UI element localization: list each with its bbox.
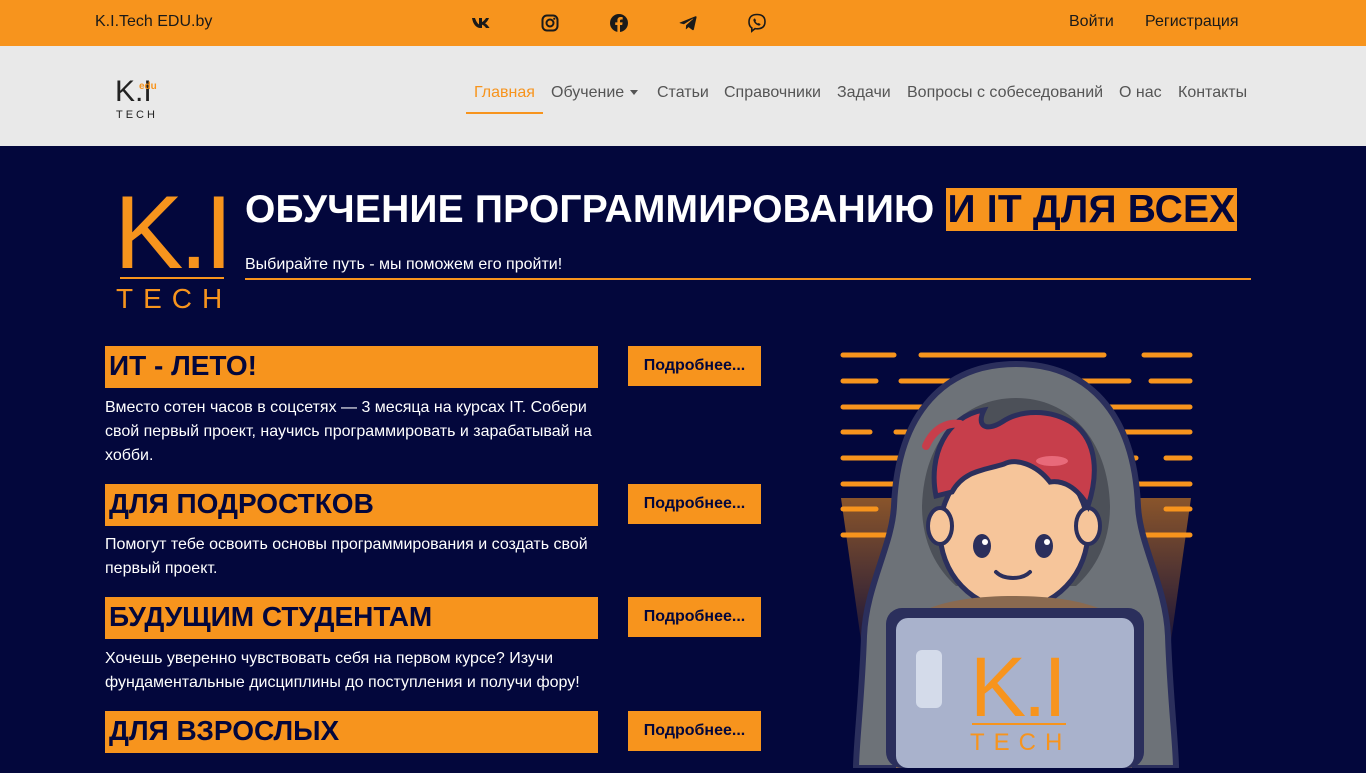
- card-title-adults: ДЛЯ ВЗРОСЛЫХ: [105, 711, 598, 753]
- login-link[interactable]: Войти: [1069, 13, 1114, 31]
- right-eye: [1035, 534, 1053, 558]
- hero-title-main: ОБУЧЕНИЕ ПРОГРАММИРОВАНИЮ: [245, 188, 935, 231]
- nav-item-tasks[interactable]: Задачи: [829, 82, 899, 112]
- right-ear: [1074, 506, 1102, 546]
- left-eye: [973, 534, 991, 558]
- card-text-future-students: Хочешь уверенно чувствовать себя на перв…: [105, 650, 580, 691]
- top-bar: K.I.Tech EDU.by Войти Регистрация: [0, 0, 1366, 46]
- site-logo[interactable]: K.I edu TECH: [110, 68, 166, 124]
- adults-more-button[interactable]: Подробнее...: [628, 711, 761, 751]
- card-title-teens: ДЛЯ ПОДРОСТКОВ: [105, 484, 598, 526]
- summer-more-button[interactable]: Подробнее...: [628, 346, 761, 386]
- nav-item-home[interactable]: Главная: [466, 82, 543, 114]
- nav-item-learning-label: Обучение: [551, 84, 625, 101]
- future-students-more-button[interactable]: Подробнее...: [628, 597, 761, 637]
- hero-subtitle: Выбирайте путь - мы поможем его пройти!: [245, 256, 1251, 280]
- laptop-logo-sub: TECH: [970, 729, 1071, 756]
- facebook-icon[interactable]: [604, 11, 634, 35]
- instagram-icon[interactable]: [535, 11, 565, 35]
- nav-item-references[interactable]: Справочники: [716, 82, 829, 112]
- card-title-future-students: БУДУЩИМ СТУДЕНТАМ: [105, 597, 598, 639]
- main-navbar: K.I edu TECH Главная Обучение Статьи Спр…: [0, 46, 1366, 146]
- telegram-icon[interactable]: [673, 11, 703, 35]
- card-text-teens: Помогут тебе освоить основы программиров…: [105, 536, 588, 577]
- nav-item-about[interactable]: О нас: [1111, 82, 1170, 112]
- left-ear: [926, 506, 954, 546]
- nav-item-interview-questions[interactable]: Вопросы с собеседований: [899, 82, 1111, 112]
- teens-more-button[interactable]: Подробнее...: [628, 484, 761, 524]
- nav-item-articles[interactable]: Статьи: [649, 82, 717, 112]
- hero-logo-letters: K.I: [114, 175, 229, 291]
- hero-logo-sub: TECH: [116, 283, 230, 314]
- laptop-logo-letters: K.I: [970, 640, 1064, 734]
- chevron-down-icon: [630, 90, 639, 96]
- hacker-illustration: K.I TECH: [836, 346, 1196, 771]
- logo-sub: TECH: [116, 109, 158, 121]
- logo-badge: edu: [139, 81, 157, 92]
- nav-item-learning[interactable]: Обучение: [543, 82, 646, 112]
- hero-title: ОБУЧЕНИЕ ПРОГРАММИРОВАНИЮ И IT ДЛЯ ВСЕХ: [245, 186, 1238, 234]
- brand-link[interactable]: K.I.Tech EDU.by: [95, 13, 212, 31]
- nav-item-contacts[interactable]: Контакты: [1170, 82, 1255, 112]
- viber-icon[interactable]: [742, 11, 772, 35]
- hero-logo: K.I TECH: [112, 168, 233, 314]
- hair-highlight: [1036, 456, 1068, 466]
- card-text-summer: Вместо сотен часов в соцсетях — 3 месяца…: [105, 399, 592, 464]
- vk-icon[interactable]: [466, 11, 496, 35]
- screen-glare: [916, 650, 942, 708]
- card-title-summer: ИТ - ЛЕТО!: [105, 346, 598, 388]
- hero-title-highlight: И IT ДЛЯ ВСЕХ: [945, 188, 1238, 231]
- register-link[interactable]: Регистрация: [1145, 13, 1239, 31]
